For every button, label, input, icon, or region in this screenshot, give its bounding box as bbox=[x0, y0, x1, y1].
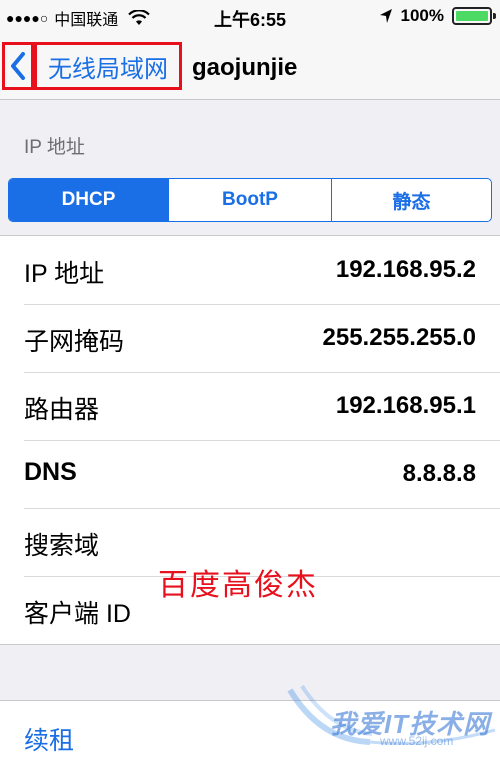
page-title: gaojunjie bbox=[192, 54, 298, 81]
renew-lease-button[interactable]: 续租 bbox=[24, 721, 74, 757]
segment-dhcp[interactable]: DHCP bbox=[9, 179, 168, 221]
segment-static[interactable]: 静态 bbox=[331, 179, 491, 221]
row-value: 192.168.95.1 bbox=[335, 392, 476, 419]
row-label: IP 地址 bbox=[24, 260, 105, 288]
battery-icon bbox=[452, 7, 496, 25]
navigation-bar: 无线局域网 gaojunjie bbox=[0, 34, 500, 100]
status-right: 100% bbox=[379, 6, 496, 26]
status-bar: ●●●●○ 中国联通 上午6:55 100% bbox=[0, 0, 500, 34]
row-label: 子网掩码 bbox=[24, 328, 125, 356]
row-dns[interactable]: DNS 8.8.8.8 bbox=[0, 440, 500, 508]
battery-percent: 100% bbox=[400, 6, 444, 25]
ip-mode-segmented-control: DHCP BootP 静态 bbox=[8, 178, 492, 222]
row-value: 255.255.255.0 bbox=[322, 324, 476, 351]
annotation-text: 百度高俊杰 bbox=[158, 568, 318, 603]
row-value: 8.8.8.8 bbox=[402, 460, 476, 487]
back-label-button[interactable]: 无线局域网 bbox=[34, 42, 182, 90]
row-label: 搜索域 bbox=[24, 532, 100, 560]
back-label: 无线局域网 bbox=[48, 55, 168, 83]
row-label: 客户端 ID bbox=[24, 600, 131, 628]
row-ip-address: IP 地址 192.168.95.2 bbox=[0, 236, 500, 304]
location-icon bbox=[379, 9, 392, 23]
chevron-left-icon bbox=[11, 52, 25, 80]
row-label: DNS bbox=[24, 458, 77, 486]
back-button[interactable] bbox=[2, 42, 34, 90]
section-header-ip: IP 地址 bbox=[24, 137, 85, 158]
watermark-url: www.52ij.com bbox=[380, 734, 454, 748]
segment-bootp[interactable]: BootP bbox=[168, 179, 331, 221]
row-value: 192.168.95.2 bbox=[335, 256, 476, 283]
row-label: 路由器 bbox=[24, 396, 100, 424]
row-subnet-mask: 子网掩码 255.255.255.0 bbox=[0, 304, 500, 372]
row-router: 路由器 192.168.95.1 bbox=[0, 372, 500, 440]
